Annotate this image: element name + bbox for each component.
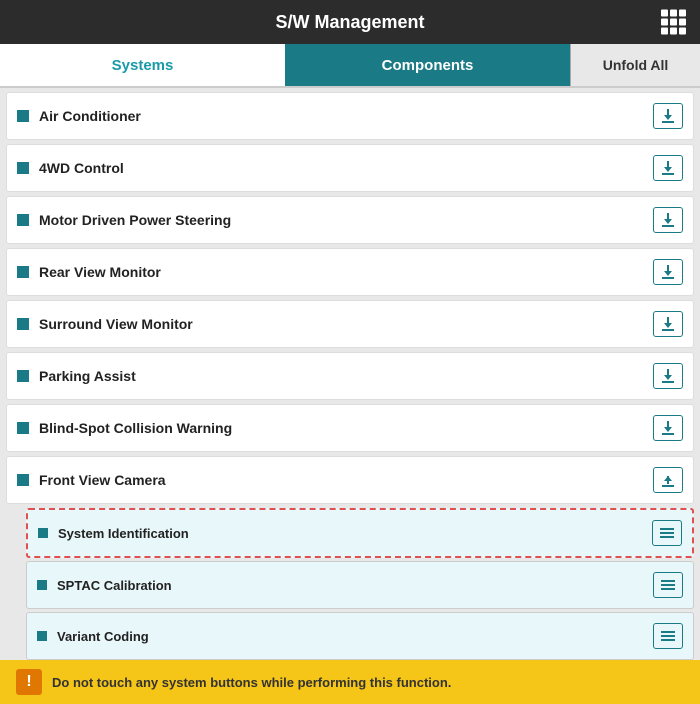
- download-icon: [659, 263, 677, 281]
- app-title: S/W Management: [275, 12, 424, 33]
- unfold-all-button[interactable]: Unfold All: [570, 44, 700, 86]
- download-icon: [659, 419, 677, 437]
- list-item-surround-view-monitor[interactable]: Surround View Monitor: [6, 300, 694, 348]
- list-item-parking-assist[interactable]: Parking Assist: [6, 352, 694, 400]
- item-label-front-view-camera: Front View Camera: [39, 472, 653, 488]
- list-item-4wd-control[interactable]: 4WD Control: [6, 144, 694, 192]
- list-item-front-view-camera[interactable]: Front View Camera: [6, 456, 694, 504]
- item-label-motor-driven-power-steering: Motor Driven Power Steering: [39, 212, 653, 228]
- item-action-4wd-control[interactable]: [653, 155, 683, 181]
- list-item-blind-spot-collision-warning[interactable]: Blind-Spot Collision Warning: [6, 404, 694, 452]
- item-action-blind-spot-collision-warning[interactable]: [653, 415, 683, 441]
- expand-icon: [659, 471, 677, 489]
- download-icon: [659, 107, 677, 125]
- item-label-system-identification: System Identification: [58, 526, 652, 541]
- item-bullet-rear-view-monitor: [17, 266, 29, 278]
- item-bullet-system-identification: [38, 528, 48, 538]
- download-icon: [659, 159, 677, 177]
- item-bullet-motor-driven-power-steering: [17, 214, 29, 226]
- item-bullet-front-view-camera: [17, 474, 29, 486]
- item-action-motor-driven-power-steering[interactable]: [653, 207, 683, 233]
- download-icon: [659, 367, 677, 385]
- tab-components[interactable]: Components: [285, 44, 570, 86]
- list-item-air-conditioner[interactable]: Air Conditioner: [6, 92, 694, 140]
- item-action-variant-coding[interactable]: [653, 623, 683, 649]
- list-item-rear-view-monitor[interactable]: Rear View Monitor: [6, 248, 694, 296]
- tab-systems[interactable]: Systems: [0, 44, 285, 86]
- item-bullet-sptac-calibration: [37, 580, 47, 590]
- item-label-sptac-calibration: SPTAC Calibration: [57, 578, 653, 593]
- item-bullet-parking-assist: [17, 370, 29, 382]
- list-item-sptac-calibration[interactable]: SPTAC Calibration: [26, 561, 694, 609]
- item-label-variant-coding: Variant Coding: [57, 629, 653, 644]
- item-bullet-4wd-control: [17, 162, 29, 174]
- item-label-4wd-control: 4WD Control: [39, 160, 653, 176]
- item-action-surround-view-monitor[interactable]: [653, 311, 683, 337]
- lines-icon: [659, 576, 677, 594]
- item-action-air-conditioner[interactable]: [653, 103, 683, 129]
- systems-list: Air Conditioner 4WD Control Motor Driven…: [0, 88, 700, 660]
- item-action-system-identification[interactable]: [652, 520, 682, 546]
- item-bullet-surround-view-monitor: [17, 318, 29, 330]
- tab-bar: Systems Components Unfold All: [0, 44, 700, 88]
- item-action-rear-view-monitor[interactable]: [653, 259, 683, 285]
- item-bullet-air-conditioner: [17, 110, 29, 122]
- item-label-air-conditioner: Air Conditioner: [39, 108, 653, 124]
- grid-icon[interactable]: [661, 10, 686, 35]
- item-bullet-variant-coding: [37, 631, 47, 641]
- item-action-sptac-calibration[interactable]: [653, 572, 683, 598]
- lines-icon: [659, 627, 677, 645]
- download-icon: [659, 211, 677, 229]
- item-action-front-view-camera[interactable]: [653, 467, 683, 493]
- item-label-blind-spot-collision-warning: Blind-Spot Collision Warning: [39, 420, 653, 436]
- warning-text: Do not touch any system buttons while pe…: [52, 675, 451, 690]
- item-label-parking-assist: Parking Assist: [39, 368, 653, 384]
- item-label-surround-view-monitor: Surround View Monitor: [39, 316, 653, 332]
- download-icon: [659, 315, 677, 333]
- item-label-rear-view-monitor: Rear View Monitor: [39, 264, 653, 280]
- list-item-variant-coding[interactable]: Variant Coding: [26, 612, 694, 660]
- item-bullet-blind-spot-collision-warning: [17, 422, 29, 434]
- warning-bar: ! Do not touch any system buttons while …: [0, 660, 700, 704]
- list-item-motor-driven-power-steering[interactable]: Motor Driven Power Steering: [6, 196, 694, 244]
- lines-icon: [658, 524, 676, 542]
- item-action-parking-assist[interactable]: [653, 363, 683, 389]
- list-item-system-identification[interactable]: System Identification: [26, 508, 694, 558]
- warning-icon: !: [16, 669, 42, 695]
- app-header: S/W Management: [0, 0, 700, 44]
